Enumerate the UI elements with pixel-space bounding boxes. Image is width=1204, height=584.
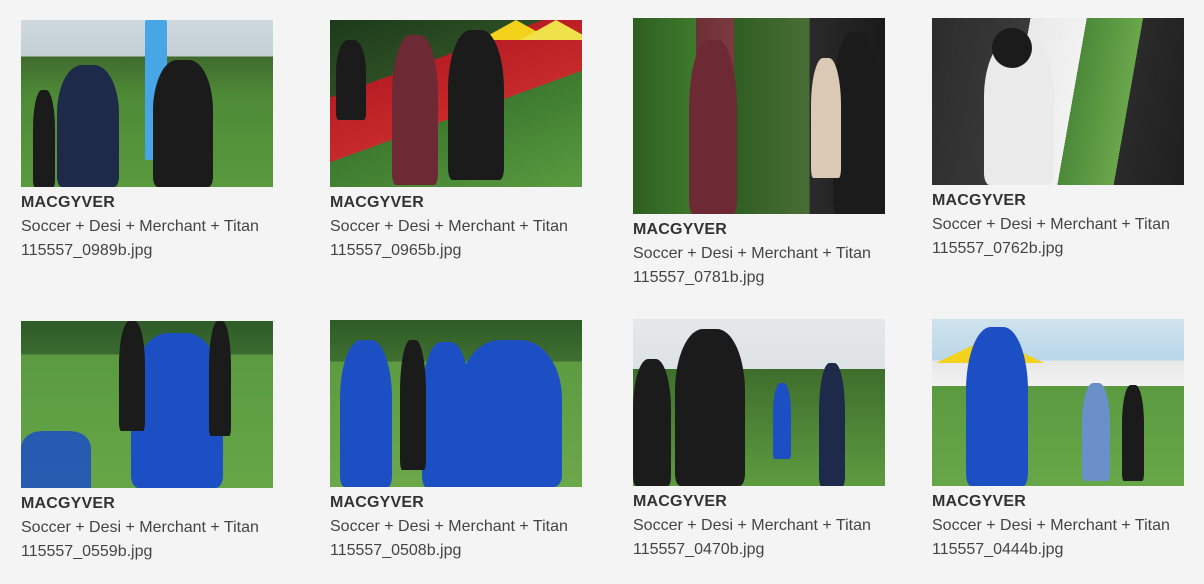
card-title[interactable]: MACGYVER [21,494,273,514]
card-filename: 115557_0781b.jpg [633,269,765,286]
card-filename: 115557_0559b.jpg [21,543,153,560]
card-filename: 115557_0444b.jpg [932,541,1064,558]
gallery-card-6[interactable]: MACGYVER Soccer + Desi + Merchant + Tita… [330,320,582,563]
card-title[interactable]: MACGYVER [633,220,885,240]
card-filename: 115557_0762b.jpg [932,240,1064,257]
gallery-thumbnail[interactable] [633,319,885,486]
card-description: Soccer + Desi + Merchant + Titan [330,218,568,235]
card-description: Soccer + Desi + Merchant + Titan [932,216,1170,233]
card-description: Soccer + Desi + Merchant + Titan [932,517,1170,534]
gallery-card-1[interactable]: MACGYVER Soccer + Desi + Merchant + Tita… [21,20,273,263]
card-description: Soccer + Desi + Merchant + Titan [21,519,259,536]
card-filename: 115557_0508b.jpg [330,542,462,559]
card-title[interactable]: MACGYVER [21,193,273,213]
gallery-thumbnail[interactable] [21,20,273,187]
gallery-thumbnail[interactable] [633,18,885,214]
card-filename: 115557_0965b.jpg [330,242,462,259]
gallery-thumbnail[interactable] [330,20,582,187]
gallery-card-4[interactable]: MACGYVER Soccer + Desi + Merchant + Tita… [932,18,1184,261]
card-filename: 115557_0470b.jpg [633,541,765,558]
gallery-card-8[interactable]: MACGYVER Soccer + Desi + Merchant + Tita… [932,319,1184,562]
gallery-card-7[interactable]: MACGYVER Soccer + Desi + Merchant + Tita… [633,319,885,562]
gallery-card-3[interactable]: MACGYVER Soccer + Desi + Merchant + Tita… [633,18,885,290]
card-title[interactable]: MACGYVER [330,493,582,513]
card-title[interactable]: MACGYVER [932,492,1184,512]
card-description: Soccer + Desi + Merchant + Titan [633,245,871,262]
card-title[interactable]: MACGYVER [330,193,582,213]
gallery-card-2[interactable]: MACGYVER Soccer + Desi + Merchant + Tita… [330,20,582,263]
gallery-thumbnail[interactable] [330,320,582,487]
card-description: Soccer + Desi + Merchant + Titan [21,218,259,235]
gallery-card-5[interactable]: MACGYVER Soccer + Desi + Merchant + Tita… [21,321,273,564]
gallery-thumbnail[interactable] [932,319,1184,486]
card-title[interactable]: MACGYVER [932,191,1184,211]
gallery-thumbnail[interactable] [21,321,273,488]
card-title[interactable]: MACGYVER [633,492,885,512]
card-description: Soccer + Desi + Merchant + Titan [330,518,568,535]
card-filename: 115557_0989b.jpg [21,242,153,259]
gallery-thumbnail[interactable] [932,18,1184,185]
card-description: Soccer + Desi + Merchant + Titan [633,517,871,534]
